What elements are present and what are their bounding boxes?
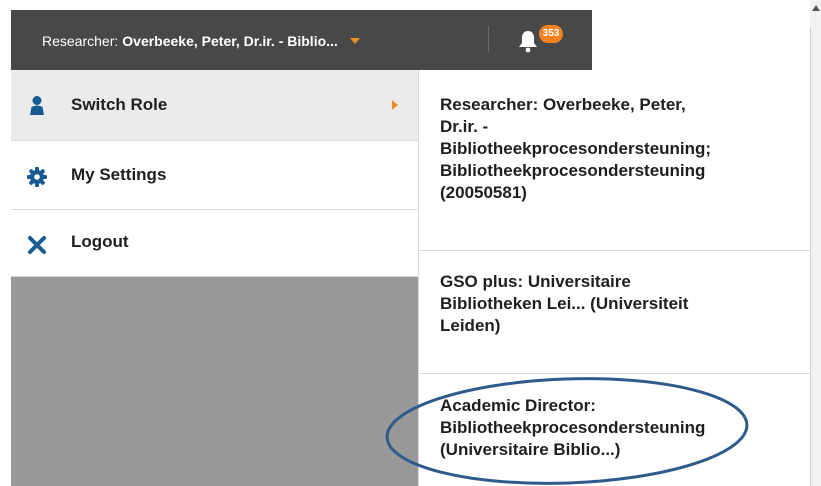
page-edge-divider bbox=[810, 28, 811, 486]
menu-item-logout[interactable]: Logout bbox=[11, 210, 418, 277]
menu-item-label: Switch Role bbox=[71, 95, 168, 114]
role-option-line: Bibliotheken Lei... (Universiteit bbox=[440, 294, 689, 313]
role-option-line: Bibliotheekprocesondersteuning; bbox=[440, 139, 712, 158]
role-name-text: Overbeeke, Peter, Dr.ir. - Biblio... bbox=[122, 33, 338, 49]
role-option-line: GSO plus: Universitaire bbox=[440, 272, 631, 291]
scroll-up-arrow-icon[interactable] bbox=[812, 5, 820, 11]
user-icon bbox=[30, 96, 44, 115]
role-option-line: Dr.ir. - bbox=[440, 117, 489, 136]
page-backdrop bbox=[11, 277, 418, 486]
current-role-selector[interactable]: Researcher: Overbeeke, Peter, Dr.ir. - B… bbox=[42, 31, 360, 51]
switch-role-submenu: Researcher: Overbeeke, Peter, Dr.ir. - B… bbox=[418, 70, 811, 486]
user-dropdown-menu: Switch Role My Settings Logout bbox=[11, 70, 418, 277]
submenu-divider bbox=[419, 250, 811, 251]
menu-item-label: My Settings bbox=[71, 165, 167, 184]
role-option-line: Leiden) bbox=[440, 316, 501, 335]
notification-count-badge[interactable]: 353 bbox=[539, 25, 563, 43]
top-header-bar: Researcher: Overbeeke, Peter, Dr.ir. - B… bbox=[11, 10, 592, 70]
chevron-down-icon bbox=[349, 38, 360, 44]
menu-item-switch-role[interactable]: Switch Role bbox=[11, 70, 418, 140]
role-option-academic-director[interactable]: Academic Director: Bibliotheekprocesonde… bbox=[440, 395, 800, 461]
role-option-line: (Universitaire Biblio...) bbox=[440, 440, 621, 459]
chevron-right-icon bbox=[392, 100, 398, 110]
header-divider bbox=[488, 26, 489, 52]
role-option-line: Researcher: Overbeeke, Peter, bbox=[440, 95, 686, 114]
gear-icon bbox=[27, 167, 47, 187]
role-option-line: (20050581) bbox=[440, 183, 527, 202]
role-option-line: Bibliotheekprocesondersteuning bbox=[440, 418, 706, 437]
role-option-line: Academic Director: bbox=[440, 396, 596, 415]
menu-item-label: Logout bbox=[71, 232, 129, 251]
close-icon bbox=[28, 236, 46, 254]
submenu-divider bbox=[419, 373, 811, 374]
menu-item-my-settings[interactable]: My Settings bbox=[11, 141, 418, 209]
role-prefix-text: Researcher: bbox=[42, 33, 119, 49]
bell-icon[interactable] bbox=[517, 29, 539, 53]
role-option-line: Bibliotheekprocesondersteuning bbox=[440, 161, 706, 180]
role-option-gso-plus[interactable]: GSO plus: Universitaire Bibliotheken Lei… bbox=[440, 271, 800, 337]
scrollbar-track[interactable] bbox=[810, 0, 821, 486]
role-option-researcher[interactable]: Researcher: Overbeeke, Peter, Dr.ir. - B… bbox=[440, 94, 800, 204]
